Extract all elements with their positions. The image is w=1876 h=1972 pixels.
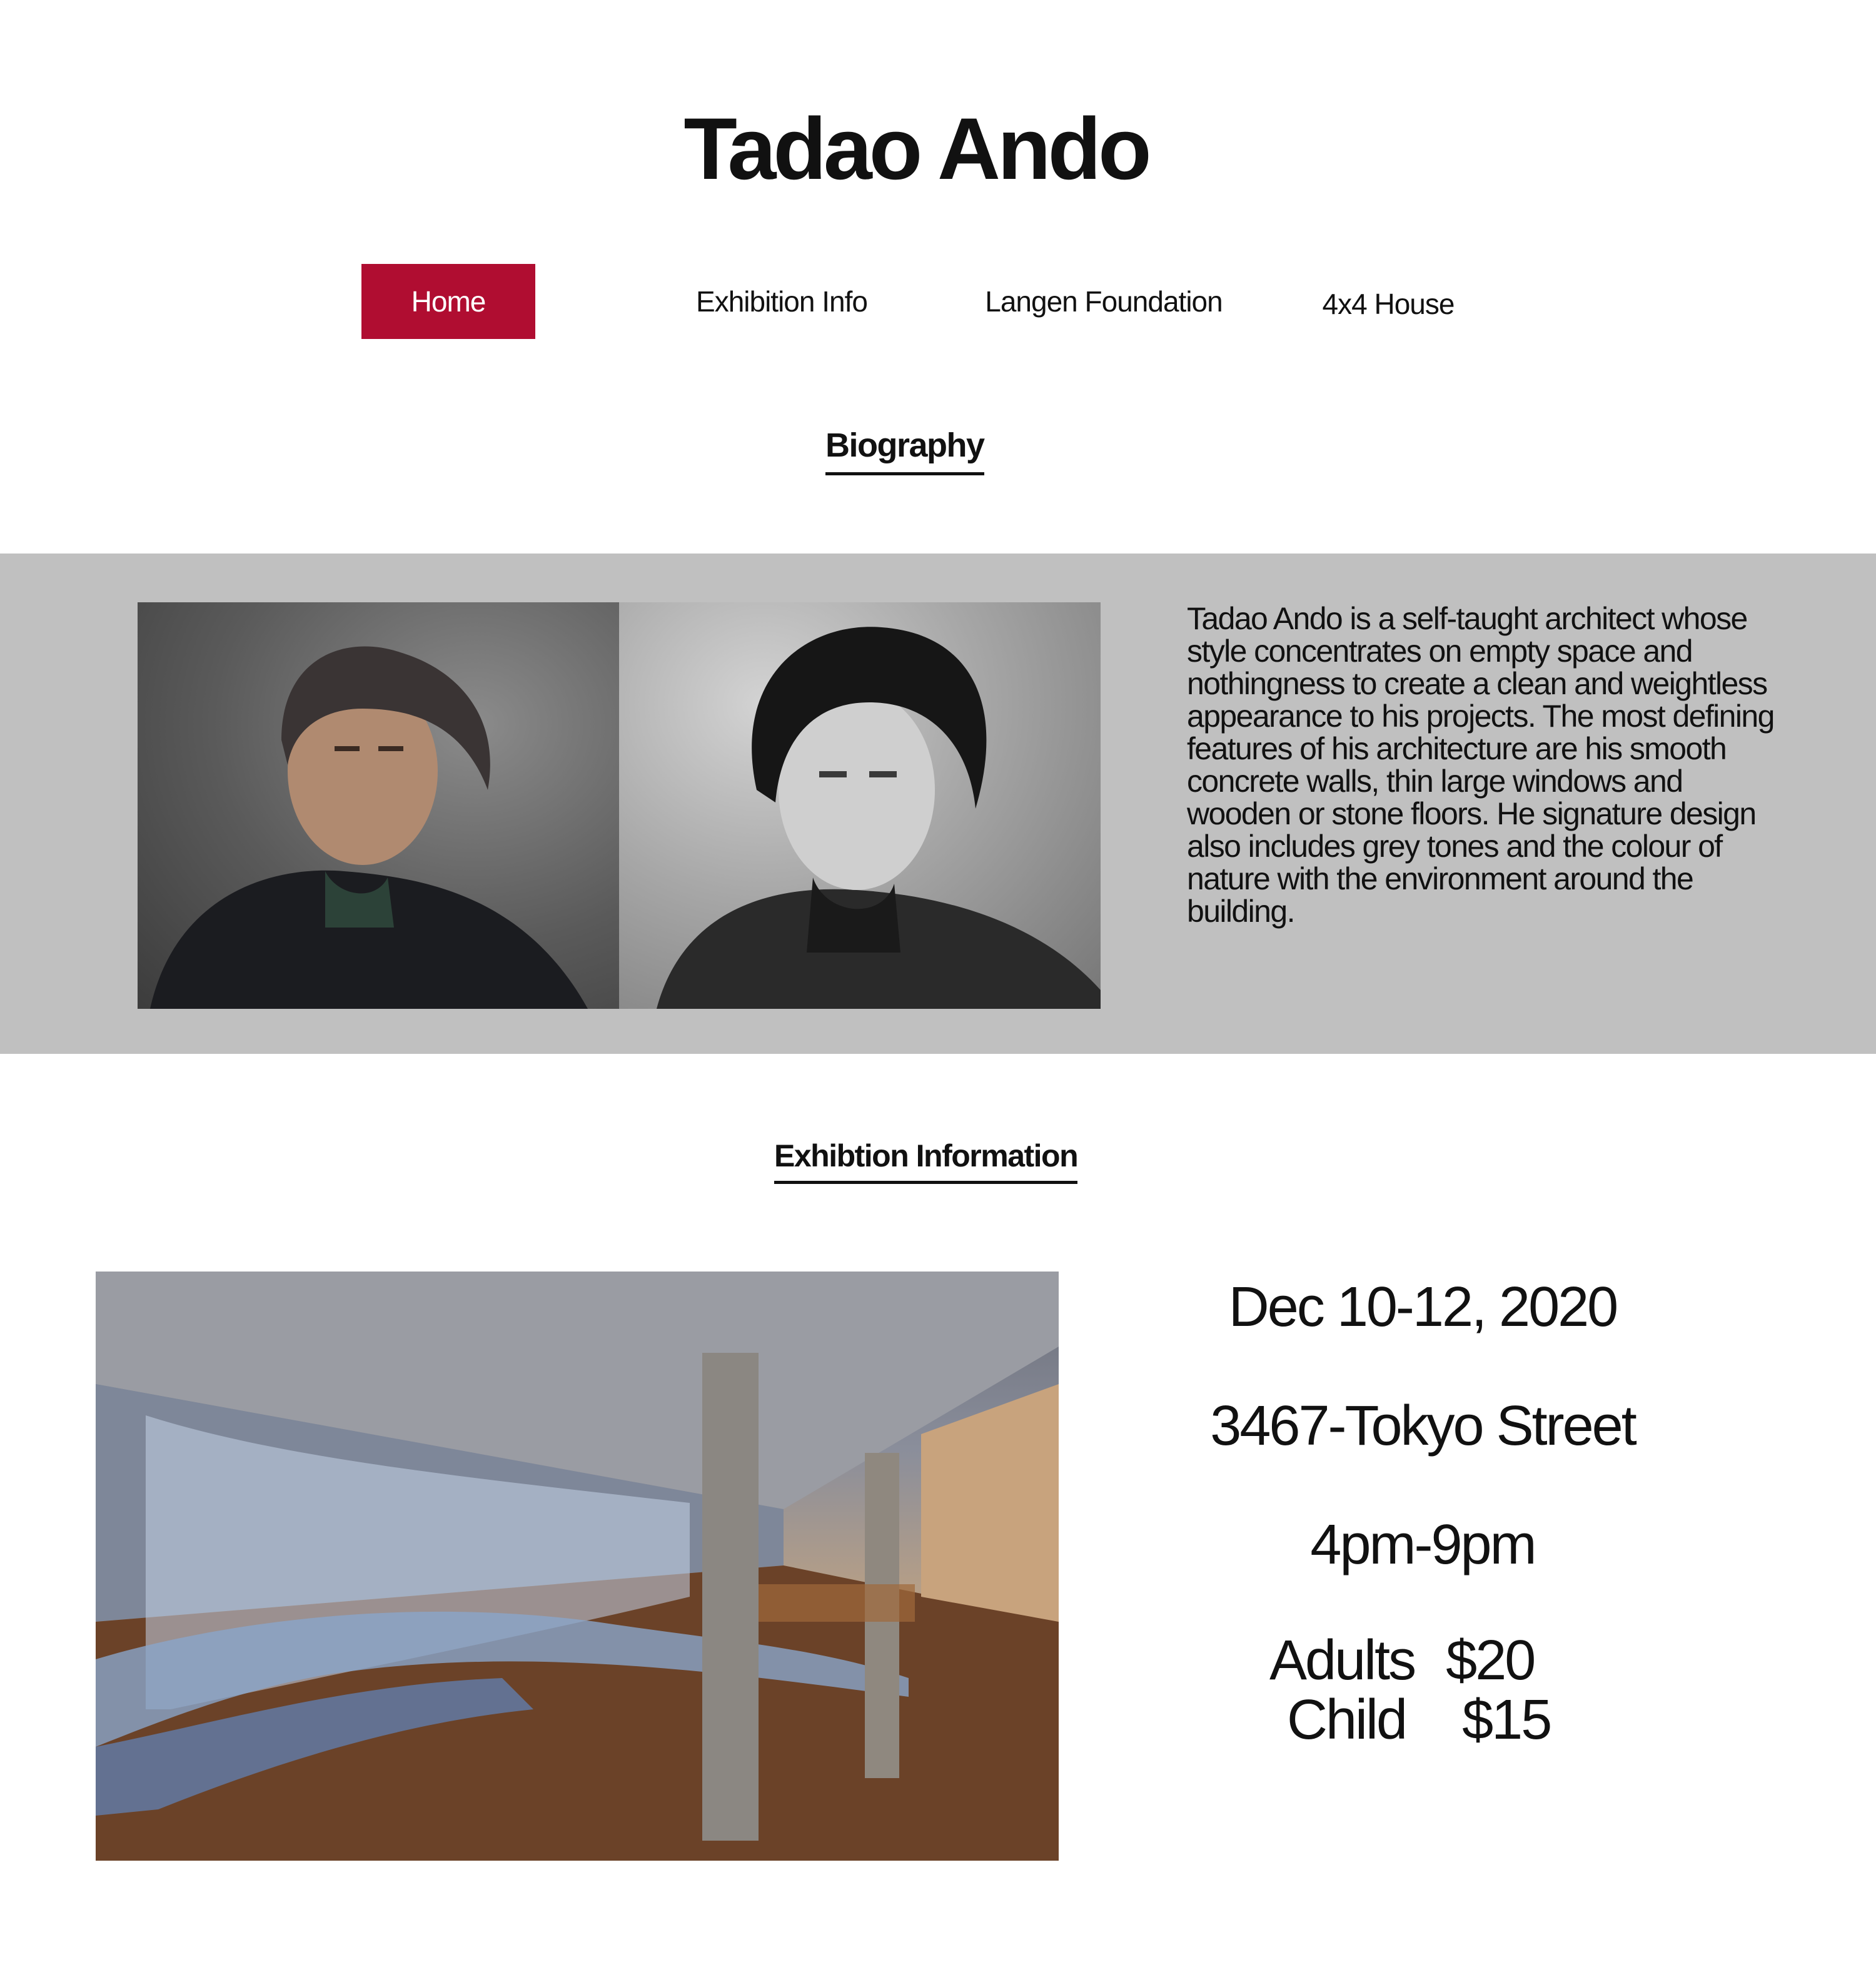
exhibition-hours: 4pm-9pm — [1310, 1514, 1536, 1576]
exhibition-heading: Exhibtion Information — [774, 1137, 1079, 1184]
nav-home[interactable]: Home — [361, 264, 535, 339]
portrait-1-illustration — [150, 646, 588, 1009]
nav-4x4-house[interactable]: 4x4 House — [1307, 266, 1470, 341]
price-label-adults: Adults — [1269, 1629, 1416, 1692]
portrait-2-illustration — [657, 627, 1101, 1009]
exhibition-gallery-photo — [96, 1272, 1059, 1861]
portrait-photo-bw — [619, 602, 1101, 1009]
biography-heading: Biography — [825, 425, 985, 475]
price-value-adults: $20 — [1446, 1629, 1536, 1692]
biography-text: Tadao Ando is a self-taught architect wh… — [1187, 601, 1775, 929]
price-value-child: $15 — [1462, 1689, 1552, 1751]
price-row-child: Child $15 — [1287, 1689, 1552, 1751]
price-label-child: Child — [1287, 1689, 1408, 1751]
gallery-illustration — [96, 1272, 1059, 1861]
price-row-adults: Adults $20 — [1269, 1629, 1536, 1692]
portrait-photo-color — [138, 602, 619, 1009]
nav-exhibition-info[interactable]: Exhibition Info — [678, 264, 885, 339]
exhibition-date: Dec 10-12, 2020 — [1228, 1276, 1618, 1338]
site-title: Tadao Ando — [683, 99, 1151, 198]
nav-langen-foundation[interactable]: Langen Foundation — [966, 264, 1241, 339]
exhibition-address: 3467-Tokyo Street — [1210, 1395, 1636, 1457]
